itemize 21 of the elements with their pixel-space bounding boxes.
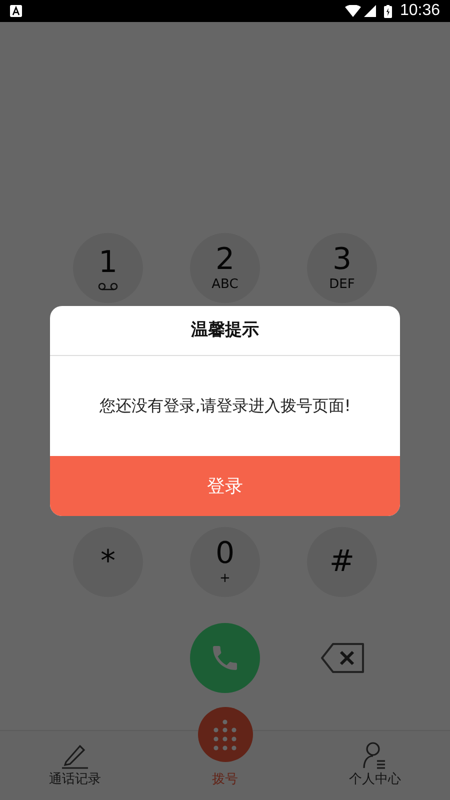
notification-icon xyxy=(10,5,22,17)
voicemail-icon xyxy=(98,282,118,290)
pencil-icon xyxy=(60,742,90,770)
nav-tab[interactable]: 个人中心 xyxy=(300,731,450,800)
dial-key[interactable]: * xyxy=(73,527,143,597)
backspace-button[interactable] xyxy=(320,642,366,674)
dialpad-icon xyxy=(213,718,237,750)
dial-key[interactable]: 3 DEF xyxy=(307,233,377,303)
login-button[interactable]: 登录 xyxy=(50,456,400,516)
wifi-icon xyxy=(344,5,361,17)
dial-key[interactable]: 0 + xyxy=(190,527,260,597)
nav-tab[interactable]: 通话记录 xyxy=(0,731,150,800)
signal-icon xyxy=(364,5,376,17)
dial-key[interactable]: 2 ABC xyxy=(190,233,260,303)
dial-key[interactable]: 1 xyxy=(73,233,143,303)
dialog-title: 温馨提示 xyxy=(191,318,259,342)
clock-time: 10:36 xyxy=(400,1,440,21)
battery-icon xyxy=(384,4,392,18)
backspace-icon xyxy=(320,642,366,674)
dial-key[interactable]: # xyxy=(307,527,377,597)
dialog-message: 您还没有登录,请登录进入拨号页面! xyxy=(99,395,351,417)
